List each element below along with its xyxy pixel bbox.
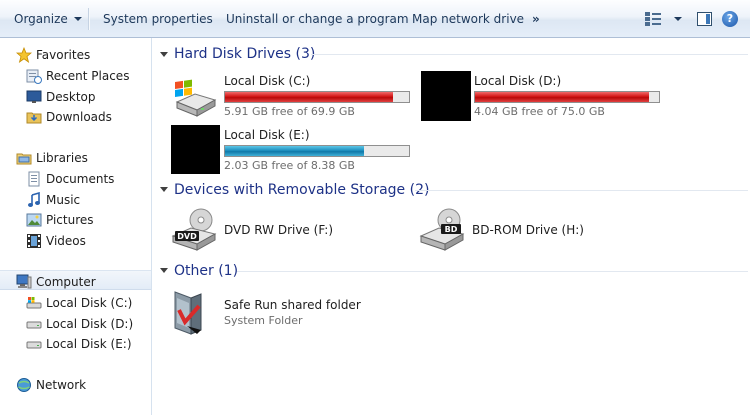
system-drive-icon <box>26 297 42 309</box>
help-icon[interactable]: ? <box>722 11 738 27</box>
drive-e-name: Local Disk (E:) <box>224 128 310 142</box>
system-drive-icon <box>175 79 217 117</box>
drive-c-usage-bar <box>224 91 410 103</box>
group-divider <box>415 190 748 191</box>
desktop-icon <box>26 90 42 103</box>
drive-c-name: Local Disk (C:) <box>224 74 311 88</box>
drive-e-free-space: 2.03 GB free of 8.38 GB <box>224 159 355 172</box>
map-network-drive-button[interactable]: Map network drive <box>412 11 524 27</box>
nav-network-label: Network <box>36 378 87 392</box>
drive-c-usage-fill <box>225 92 394 102</box>
nav-pictures-label: Pictures <box>46 213 94 227</box>
videos-icon <box>27 234 41 248</box>
nav-local-disk-d-label: Local Disk (D:) <box>46 317 134 331</box>
toolbar-separator <box>88 8 90 30</box>
navigation-pane: Favorites Recent Places Desktop Download… <box>0 38 152 415</box>
libraries-icon <box>16 153 32 165</box>
drive-d-free-space: 4.04 GB free of 75.0 GB <box>474 105 605 118</box>
dvd-drive-icon: DVD <box>171 208 217 251</box>
system-properties-button[interactable]: System properties <box>103 11 213 27</box>
drive-icon <box>26 341 42 349</box>
drive-tile-c[interactable]: Local Disk (C:) 5.91 GB free of 69.9 GB <box>171 72 411 122</box>
nav-desktop-label: Desktop <box>46 90 96 104</box>
nav-libraries-label: Libraries <box>36 151 88 165</box>
drive-tile-f[interactable]: DVD DVD RW Drive (F:) <box>171 206 411 256</box>
more-commands-button[interactable]: » <box>532 11 540 27</box>
drive-d-usage-fill <box>475 92 650 102</box>
preview-pane-icon[interactable] <box>697 12 712 26</box>
drive-d-usage-bar <box>474 91 660 103</box>
collapse-group-icon[interactable] <box>160 52 168 57</box>
bd-rom-drive-icon: BD <box>419 208 465 251</box>
pictures-icon <box>26 213 42 227</box>
downloads-folder-icon <box>26 112 42 124</box>
folder-name: Safe Run shared folder <box>224 298 361 312</box>
nav-documents-label: Documents <box>46 172 115 186</box>
uninstall-program-button[interactable]: Uninstall or change a program <box>226 11 409 27</box>
drive-e-usage-bar <box>224 145 410 157</box>
drive-f-name: DVD RW Drive (F:) <box>224 223 334 237</box>
folder-type: System Folder <box>224 314 303 327</box>
collapse-group-icon[interactable] <box>160 268 168 273</box>
nav-downloads-label: Downloads <box>46 110 112 124</box>
group-divider <box>237 271 748 272</box>
nav-computer-label: Computer <box>36 275 96 289</box>
shared-folder-icon <box>174 291 202 335</box>
drive-h-name: BD-ROM Drive (H:) <box>472 223 584 237</box>
nav-recent-places-label: Recent Places <box>46 69 130 83</box>
organize-label: Organize <box>14 12 68 26</box>
command-bar: Organize System properties Uninstall or … <box>0 0 750 38</box>
dvd-badge: DVD <box>177 232 197 241</box>
documents-icon <box>28 171 40 187</box>
nav-local-disk-e-label: Local Disk (E:) <box>46 337 132 351</box>
organize-button[interactable]: Organize <box>14 11 82 27</box>
group-header-removable-storage[interactable]: Devices with Removable Storage (2) <box>174 180 429 200</box>
star-icon <box>16 47 32 63</box>
drive-icon <box>26 321 42 329</box>
system-folder-tile[interactable]: Safe Run shared folder System Folder <box>171 288 411 338</box>
group-header-other[interactable]: Other (1) <box>174 261 238 281</box>
computer-icon <box>16 274 32 289</box>
drive-d-name: Local Disk (D:) <box>474 74 562 88</box>
drive-tile-e[interactable]: Local Disk (E:) 2.03 GB free of 8.38 GB <box>171 126 411 176</box>
bd-badge: BD <box>445 225 458 234</box>
drive-c-free-space: 5.91 GB free of 69.9 GB <box>224 105 355 118</box>
recent-places-icon <box>26 69 42 84</box>
network-icon <box>17 378 31 392</box>
group-divider <box>311 54 748 55</box>
content-area: Hard Disk Drives (3) Local Disk (C:) 5.9… <box>153 38 750 415</box>
chevron-down-icon <box>73 17 82 21</box>
drive-tile-d[interactable]: Local Disk (D:) 4.04 GB free of 75.0 GB <box>421 72 661 122</box>
drive-tile-h[interactable]: BD BD-ROM Drive (H:) <box>419 206 659 256</box>
view-options-dropdown-icon[interactable] <box>674 17 682 21</box>
drive-e-usage-fill <box>225 146 365 156</box>
nav-local-disk-c-label: Local Disk (C:) <box>46 296 133 310</box>
nav-music-label: Music <box>46 193 81 207</box>
nav-videos-label: Videos <box>46 234 86 248</box>
change-view-icon[interactable] <box>645 12 661 26</box>
collapse-group-icon[interactable] <box>160 187 168 192</box>
group-header-hard-disk-drives[interactable]: Hard Disk Drives (3) <box>174 44 315 64</box>
music-icon <box>28 192 40 207</box>
nav-favorites-label: Favorites <box>36 48 91 62</box>
